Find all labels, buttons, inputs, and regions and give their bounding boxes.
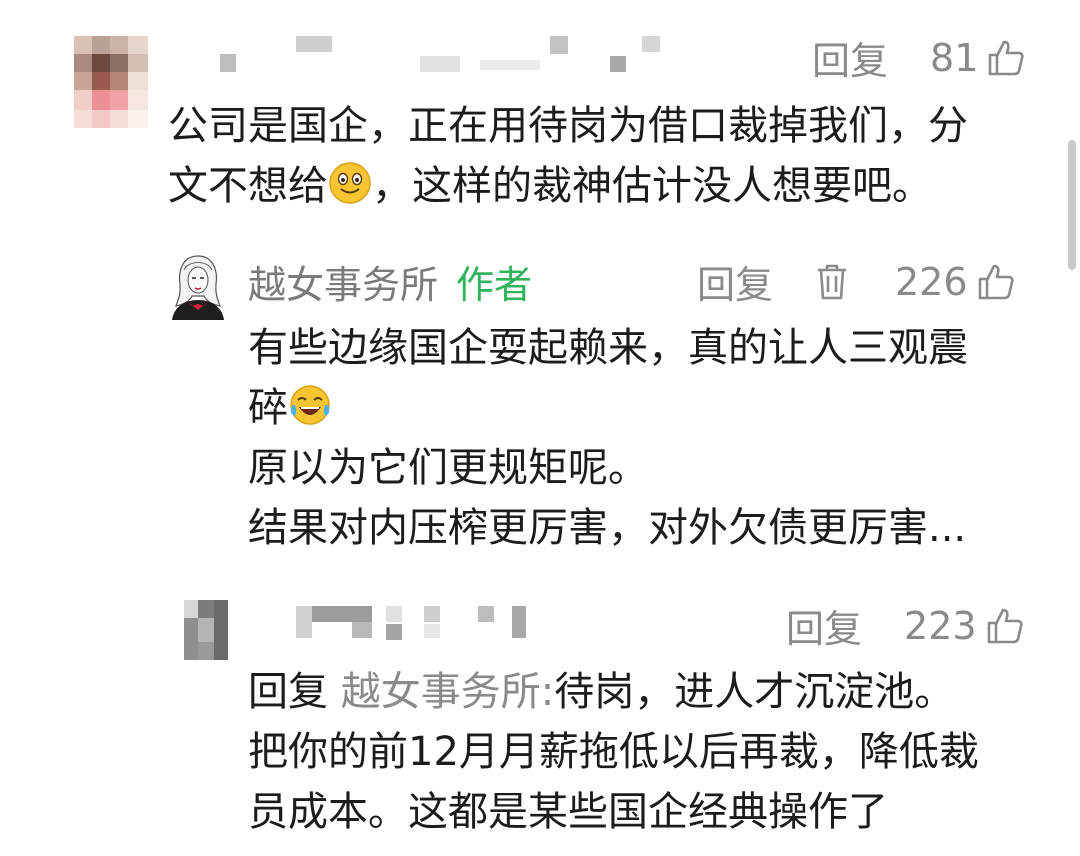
comment-actions: 回复 81 <box>812 30 1026 85</box>
author-name[interactable]: 越女事务所 <box>248 263 438 307</box>
comment-line: 结果对内压榨更厉害，对外欠债更厉害... <box>248 505 967 551</box>
thumbs-up-icon[interactable] <box>976 262 1016 302</box>
comment-line: 原以为它们更规矩呢。 <box>248 445 648 491</box>
username-censored[interactable] <box>220 36 670 76</box>
thumbs-up-icon[interactable] <box>985 606 1025 646</box>
comment-line: 文不想给 ，这样的裁神估计没人想要吧。 <box>168 156 968 216</box>
text-fragment: 碎 <box>248 385 288 431</box>
reply-prefix: 回复 <box>248 669 328 715</box>
like-count: 81 <box>930 35 979 80</box>
like-count: 223 <box>904 603 977 648</box>
comment-line: 回复 越女事务所:待岗，进人才沉淀池。 <box>248 662 979 722</box>
username-censored[interactable] <box>296 602 536 642</box>
text-fragment: 文不想给 <box>168 163 328 209</box>
smile-emoji <box>328 161 372 205</box>
comment-line: 碎 <box>248 378 968 438</box>
avatar[interactable] <box>184 600 228 660</box>
author-badge: 作者 <box>456 263 533 307</box>
scrollbar[interactable] <box>1068 140 1076 270</box>
comment-line: 有些边缘国企耍起赖来，真的让人三观震 <box>248 325 968 371</box>
comment-thread: 回复 81 公司是国企，正在用待岗为借口裁掉我们，分 文不想给 ，这样的裁神估计没… <box>0 0 1080 856</box>
comment-line: 把你的前12月月薪拖低以后再裁，降低裁 <box>248 729 979 775</box>
thumbs-up-icon[interactable] <box>986 38 1026 78</box>
comment-actions: 回复 223 <box>786 598 1025 653</box>
trash-icon[interactable] <box>815 262 849 302</box>
text-fragment: ，这样的裁神估计没人想要吧。 <box>372 163 932 209</box>
avatar[interactable] <box>74 36 148 128</box>
text-fragment: 待岗，进人才沉淀池。 <box>554 669 955 715</box>
comment-line: 员成本。这都是某些国企经典操作了 <box>248 789 888 835</box>
comment-text: 回复 越女事务所:待岗，进人才沉淀池。 把你的前12月月薪拖低以后再裁，降低裁 … <box>248 662 979 842</box>
reply-target-link[interactable]: 越女事务所: <box>341 669 554 715</box>
reply-button[interactable]: 回复 <box>812 30 888 85</box>
laughing-tears-emoji <box>288 383 332 427</box>
author-avatar[interactable] <box>170 250 226 320</box>
reply-button[interactable]: 回复 <box>697 254 773 309</box>
like-count: 226 <box>895 259 968 304</box>
reply-button[interactable]: 回复 <box>786 598 862 653</box>
comment-text: 公司是国企，正在用待岗为借口裁掉我们，分 文不想给 ，这样的裁神估计没人想要吧。 <box>168 96 968 216</box>
comment-actions: 回复 226 <box>697 254 1016 309</box>
comment-text: 有些边缘国企耍起赖来，真的让人三观震 碎 原以为它们更规矩呢。 结果对内压榨更厉… <box>248 318 968 558</box>
comment-line: 公司是国企，正在用待岗为借口裁掉我们，分 <box>168 103 968 149</box>
author-name-row: 越女事务所 作者 <box>248 254 532 309</box>
